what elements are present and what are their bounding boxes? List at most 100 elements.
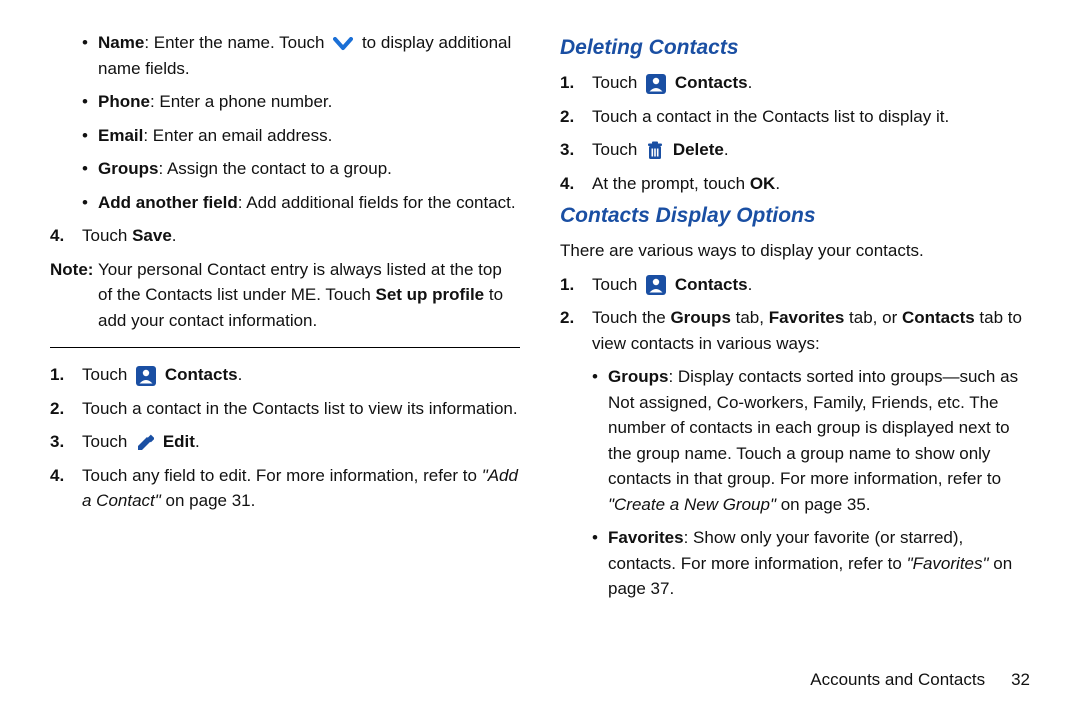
edit-step-4: 4. Touch any field to edit. For more inf… [50,463,520,514]
step-number: 4. [50,223,64,249]
post: . [748,73,753,92]
bold: Contacts [675,73,748,92]
b2: Favorites [769,308,845,327]
view-favorites: Favorites: Show only your favorite (or s… [592,525,1030,602]
page-footer: Accounts and Contacts 32 [810,670,1030,690]
post: . [775,174,780,193]
field-name: Name: Enter the name. Touch to display a… [82,30,520,81]
text: Touch a contact in the Contacts list to … [592,107,949,126]
delete-step-1: 1. Touch Contacts. [560,70,1030,96]
pre: Touch [592,73,642,92]
post: . [238,365,243,384]
right-column: Deleting Contacts 1. Touch Contacts. 2. … [560,30,1030,610]
post: . [724,140,729,159]
pre: Touch any field to edit. For more inform… [82,466,482,485]
delete-step-3: 3. Touch Delete. [560,137,1030,163]
contacts-icon [646,74,666,94]
ref-italic: "Create a New Group" [608,495,776,514]
delete-step-4: 4. At the prompt, touch OK. [560,171,1030,197]
edit-step-3: 3. Touch Edit. [50,429,520,455]
step-number: 3. [50,429,64,455]
post: . [195,432,200,451]
display-steps: 1. Touch Contacts. 2. Touch the Groups t… [560,272,1030,357]
field-email: Email: Enter an email address. [82,123,520,149]
text: Touch a contact in the Contacts list to … [82,399,518,418]
contacts-icon [136,366,156,386]
label: Groups [608,367,668,386]
t: tab, or [844,308,902,327]
t: tab, [731,308,769,327]
note-bold: Set up profile [376,285,485,304]
t: Touch the [592,308,670,327]
text: : Enter the name. Touch [144,33,329,52]
post: . [748,275,753,294]
delete-step-2: 2. Touch a contact in the Contacts list … [560,104,1030,130]
tail: on page 35. [776,495,871,514]
step-number: 1. [50,362,64,388]
trash-icon [646,141,664,161]
display-step-1: 1. Touch Contacts. [560,272,1030,298]
step-number: 4. [560,171,574,197]
pre: Touch [592,275,642,294]
label: Phone [98,92,150,111]
bold: Edit [163,432,195,451]
text: : Add additional fields for the contact. [238,193,516,212]
pre: Touch [82,432,132,451]
pre: Touch [592,140,642,159]
step-number: 2. [50,396,64,422]
step-number: 2. [560,104,574,130]
b3: Contacts [902,308,975,327]
field-groups: Groups: Assign the contact to a group. [82,156,520,182]
bold: Contacts [165,365,238,384]
text: : Assign the contact to a group. [158,159,391,178]
display-intro: There are various ways to display your c… [560,238,1030,264]
footer-page-number: 32 [1011,670,1030,689]
text: : Display contacts sorted into groups—su… [608,367,1018,488]
step-number: 3. [560,137,574,163]
field-list: Name: Enter the name. Touch to display a… [82,30,520,215]
post: . [172,226,177,245]
edit-steps: 1. Touch Contacts. 2. Touch a contact in… [50,362,520,514]
save-step-list: 4. Touch Save. [50,223,520,249]
step-number: 4. [50,463,64,489]
b1: Groups [670,308,730,327]
step-save: 4. Touch Save. [50,223,520,249]
page-body: Name: Enter the name. Touch to display a… [0,0,1080,610]
step-number: 1. [560,272,574,298]
bold: Save [132,226,172,245]
left-column: Name: Enter the name. Touch to display a… [50,30,520,610]
pre: Touch [82,365,132,384]
label: Add another field [98,193,238,212]
view-groups: Groups: Display contacts sorted into gro… [592,364,1030,517]
edit-step-1: 1. Touch Contacts. [50,362,520,388]
note-label: Note: [50,257,93,283]
post: on page 31. [161,491,256,510]
label: Email [98,126,143,145]
step-number: 2. [560,305,574,331]
pre: Touch [82,226,132,245]
bold: Delete [673,140,724,159]
text: : Enter a phone number. [150,92,332,111]
edit-icon [136,434,154,452]
label: Name [98,33,144,52]
ref-italic: "Favorites" [907,554,989,573]
view-options-list: Groups: Display contacts sorted into gro… [592,364,1030,602]
field-add-another: Add another field: Add additional fields… [82,190,520,216]
display-step-2: 2. Touch the Groups tab, Favorites tab, … [560,305,1030,356]
field-phone: Phone: Enter a phone number. [82,89,520,115]
edit-step-2: 2. Touch a contact in the Contacts list … [50,396,520,422]
divider [50,347,520,348]
pre: At the prompt, touch [592,174,750,193]
label: Favorites [608,528,684,547]
footer-section: Accounts and Contacts [810,670,985,689]
note-block: Note: Your personal Contact entry is alw… [50,257,520,334]
chevron-down-icon [333,37,353,51]
bold: Contacts [675,275,748,294]
contacts-icon [646,275,666,295]
heading-deleting: Deleting Contacts [560,36,1030,60]
text: : Enter an email address. [143,126,332,145]
heading-display-options: Contacts Display Options [560,204,1030,228]
bold: OK [750,174,776,193]
step-number: 1. [560,70,574,96]
delete-steps: 1. Touch Contacts. 2. Touch a contact in… [560,70,1030,196]
